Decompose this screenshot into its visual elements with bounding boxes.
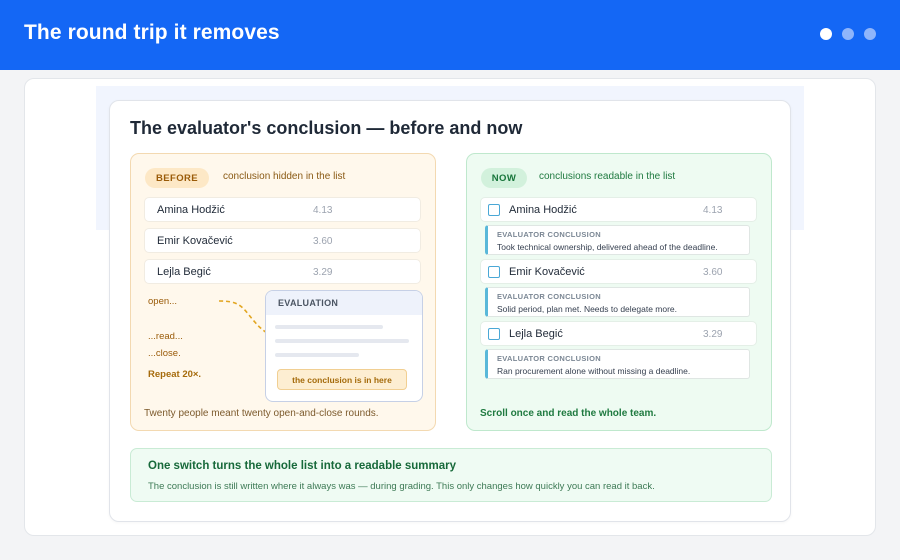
list-item[interactable]: Lejla Begić 3.29 (144, 259, 421, 284)
pager-dot-3[interactable] (864, 28, 876, 40)
employee-score: 3.29 (703, 329, 723, 340)
list-item[interactable]: Amina Hodžić 4.13 (480, 197, 757, 222)
slide: The evaluator's conclusion — before and … (109, 100, 791, 522)
now-panel: NOW conclusions readable in the list Ami… (466, 153, 772, 431)
before-panel: BEFORE conclusion hidden in the list Ami… (130, 153, 436, 431)
conclusion-label: EVALUATOR CONCLUSION (497, 292, 601, 301)
employee-score: 4.13 (703, 205, 723, 216)
employee-score: 3.60 (313, 236, 333, 247)
conclusion-card: EVALUATOR CONCLUSION Took technical owne… (485, 225, 750, 255)
before-caption: conclusion hidden in the list (223, 171, 346, 182)
list-item[interactable]: Emir Kovačević 3.60 (144, 228, 421, 253)
employee-name: Lejla Begić (509, 328, 563, 340)
conclusion-card: EVALUATOR CONCLUSION Ran procurement alo… (485, 349, 750, 379)
employee-name: Lejla Begić (157, 266, 211, 278)
summary-banner: One switch turns the whole list into a r… (130, 448, 772, 502)
dashed-arrow (219, 300, 268, 334)
evaluation-header: EVALUATION (266, 291, 422, 315)
employee-name: Emir Kovačević (509, 266, 585, 278)
skeleton-line (275, 339, 409, 343)
step-read: ...read... (148, 331, 183, 342)
conclusion-text: Ran procurement alone without missing a … (497, 366, 691, 376)
step-close: ...close. (148, 348, 181, 359)
list-item[interactable]: Emir Kovačević 3.60 (480, 259, 757, 284)
step-repeat: Repeat 20×. (148, 369, 202, 380)
employee-score: 4.13 (313, 205, 333, 216)
row-checkbox[interactable] (488, 328, 500, 340)
conclusion-label: EVALUATOR CONCLUSION (497, 230, 601, 239)
employee-score: 3.60 (703, 267, 723, 278)
page-title: The round trip it removes (24, 21, 280, 44)
row-checkbox[interactable] (488, 266, 500, 278)
top-bar: The round trip it removes (0, 0, 900, 70)
skeleton-line (275, 325, 383, 329)
list-item[interactable]: Lejla Begić 3.29 (480, 321, 757, 346)
slide-title: The evaluator's conclusion — before and … (130, 118, 523, 138)
conclusion-text: Solid period, plan met. Needs to delegat… (497, 304, 678, 314)
now-footer: Scroll once and read the whole team. (480, 408, 657, 419)
conclusion-highlight: the conclusion is in here (277, 369, 407, 390)
skeleton-line (275, 353, 359, 357)
evaluation-title: EVALUATION (278, 298, 339, 308)
banner-title: One switch turns the whole list into a r… (148, 460, 457, 472)
conclusion-text: Took technical ownership, delivered ahea… (497, 242, 718, 252)
before-badge: BEFORE (145, 168, 209, 188)
row-checkbox[interactable] (488, 204, 500, 216)
before-footer: Twenty people meant twenty open-and-clos… (144, 408, 379, 419)
pager-dot-2[interactable] (842, 28, 854, 40)
conclusion-label: EVALUATOR CONCLUSION (497, 354, 601, 363)
slide-pager (820, 28, 876, 40)
evaluation-window: EVALUATION the conclusion is in here (265, 290, 423, 402)
now-caption: conclusions readable in the list (539, 171, 676, 182)
conclusion-card: EVALUATOR CONCLUSION Solid period, plan … (485, 287, 750, 317)
employee-score: 3.29 (313, 267, 333, 278)
list-item[interactable]: Amina Hodžić 4.13 (144, 197, 421, 222)
pager-dot-1[interactable] (820, 28, 832, 40)
employee-name: Amina Hodžić (157, 204, 225, 216)
employee-name: Emir Kovačević (157, 235, 233, 247)
employee-name: Amina Hodžić (509, 204, 577, 216)
banner-subtitle: The conclusion is still written where it… (148, 481, 655, 492)
step-open: open... (148, 296, 178, 307)
now-badge: NOW (481, 168, 527, 188)
